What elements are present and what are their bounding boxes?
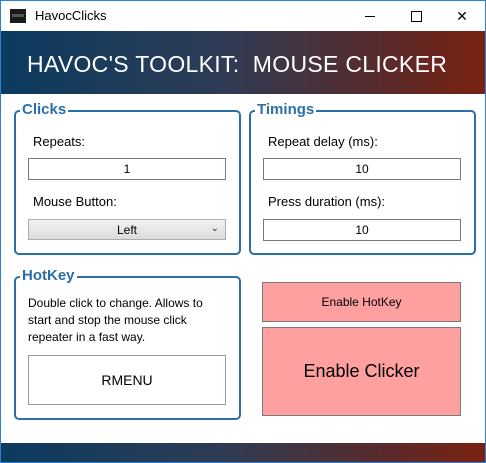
page-title: HAVOC'S TOOLKIT: MOUSE CLICKER: [27, 51, 448, 77]
repeats-input[interactable]: 1: [28, 158, 226, 180]
close-button[interactable]: ✕: [439, 1, 485, 31]
app-window: HavocClicks ✕ HAVOC'S TOOLKIT: MOUSE CLI…: [0, 0, 486, 463]
hotkey-group-label: HotKey: [20, 267, 77, 284]
minimize-icon: [365, 15, 375, 17]
timings-group: Timings Repeat delay (ms): 10 Press dura…: [249, 101, 476, 255]
footer-bar: [1, 443, 485, 462]
app-icon: [10, 9, 26, 23]
close-icon: ✕: [456, 7, 468, 24]
repeat-delay-input[interactable]: 10: [263, 158, 461, 180]
mouse-button-label: Mouse Button:: [33, 194, 117, 209]
mouse-button-value: Left: [116, 222, 137, 237]
press-duration-label: Press duration (ms):: [268, 194, 386, 209]
hotkey-description: Double click to change. Allows to start …: [28, 296, 203, 344]
maximize-button[interactable]: [393, 1, 439, 31]
repeats-label: Repeats:: [33, 134, 86, 149]
hotkey-group: HotKey Double click to change. Allows to…: [14, 267, 241, 420]
enable-clicker-button[interactable]: Enable Clicker: [262, 327, 461, 416]
repeat-delay-label: Repeat delay (ms):: [268, 134, 378, 149]
title-bar[interactable]: HavocClicks ✕: [1, 1, 485, 31]
press-duration-input[interactable]: 10: [263, 219, 461, 241]
hotkey-input[interactable]: RMENU: [28, 355, 226, 405]
clicks-group-label: Clicks: [20, 101, 69, 118]
header-banner: HAVOC'S TOOLKIT: MOUSE CLICKER: [1, 31, 485, 94]
chevron-down-icon: ⌄: [210, 223, 219, 234]
maximize-icon: [410, 10, 422, 22]
minimize-button[interactable]: [347, 1, 393, 31]
window-title: HavocClicks: [35, 8, 107, 23]
timings-group-label: Timings: [255, 101, 317, 118]
enable-hotkey-button[interactable]: Enable HotKey: [262, 282, 461, 322]
mouse-button-select[interactable]: Left ⌄: [28, 219, 226, 240]
clicks-group: Clicks Repeats: 1 Mouse Button: Left ⌄: [14, 101, 241, 255]
